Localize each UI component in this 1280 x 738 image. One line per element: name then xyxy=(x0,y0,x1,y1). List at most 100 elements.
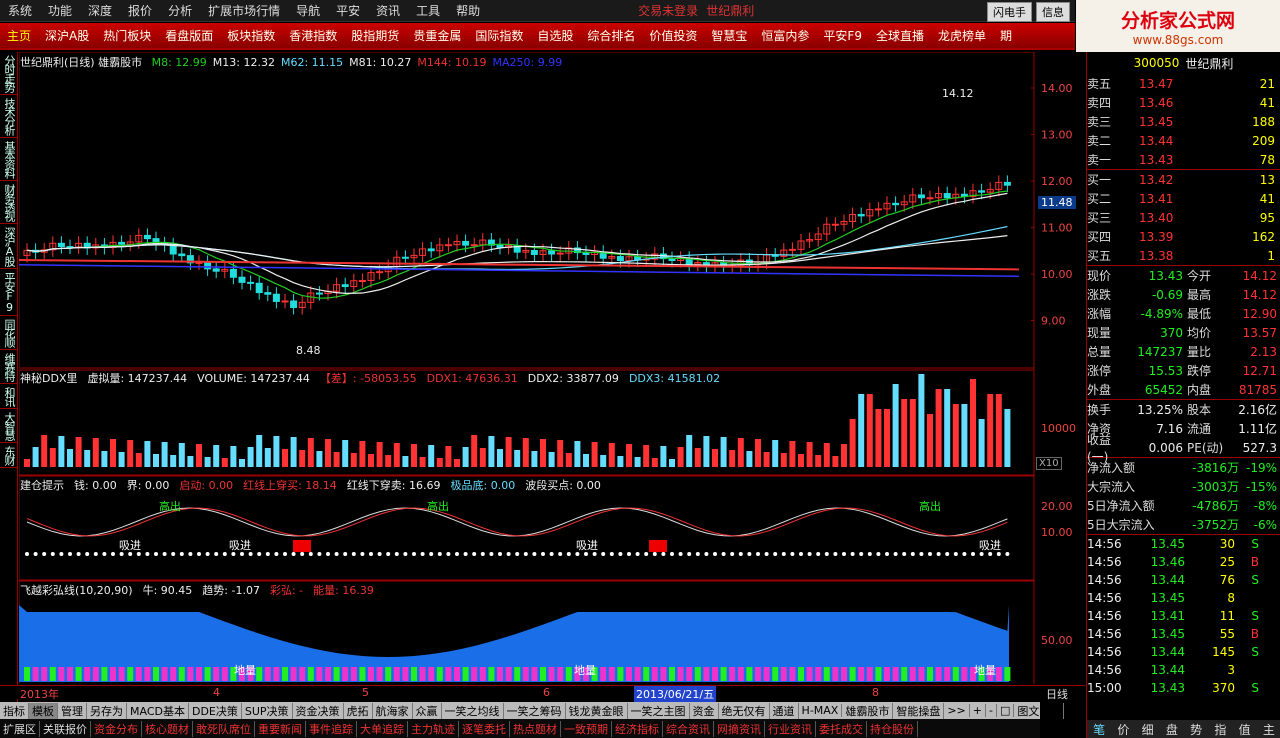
left-nav-item[interactable]: 深沪A股 xyxy=(0,224,17,269)
indicator-tool[interactable]: 虎拓 xyxy=(344,702,373,719)
indicator-tool[interactable]: >> xyxy=(944,704,970,717)
indicator-tool[interactable]: 资金 xyxy=(690,702,719,719)
link-item[interactable]: 关联报价 xyxy=(40,720,91,737)
link-item[interactable]: 网摘资讯 xyxy=(714,720,765,737)
link-item[interactable]: 行业资讯 xyxy=(765,720,816,737)
indicator-tool[interactable]: 图文F10 xyxy=(1014,702,1064,719)
link-item[interactable]: 大单追踪 xyxy=(357,720,408,737)
tab-item[interactable]: 龙虎榜单 xyxy=(931,27,993,44)
left-nav-item[interactable]: 和讯 xyxy=(0,384,17,409)
left-nav-item[interactable]: 维赛特 xyxy=(0,350,17,384)
menu-item[interactable]: 深度 xyxy=(80,2,120,19)
menu-item[interactable]: 帮助 xyxy=(448,2,488,19)
volume-bar xyxy=(892,384,899,467)
tab-item[interactable]: 期 xyxy=(993,27,1019,44)
menu-item[interactable]: 分析 xyxy=(160,2,200,19)
link-item[interactable]: 扩展区 xyxy=(0,720,40,737)
tab-item[interactable]: 价值投资 xyxy=(642,27,704,44)
left-nav-item[interactable]: 同花顺 xyxy=(0,316,17,350)
tab-item[interactable]: 热门板块 xyxy=(96,27,158,44)
menu-item[interactable]: 功能 xyxy=(40,2,80,19)
link-item[interactable]: 主力轨迹 xyxy=(408,720,459,737)
tab-item[interactable]: 综合排名 xyxy=(580,27,642,44)
link-item[interactable]: 资金分布 xyxy=(91,720,142,737)
menu-item[interactable]: 导航 xyxy=(288,2,328,19)
indicator-tool[interactable]: H-MAX xyxy=(799,704,843,717)
link-item[interactable]: 热点题材 xyxy=(510,720,561,737)
menu-item[interactable]: 平安 xyxy=(328,2,368,19)
quote-tab[interactable]: 细 xyxy=(1136,721,1160,738)
indicator-tool[interactable]: 众赢 xyxy=(413,702,442,719)
menu-item[interactable]: 报价 xyxy=(120,2,160,19)
indicator-tool[interactable]: 航海家 xyxy=(373,702,413,719)
tab-item[interactable]: 智慧宝 xyxy=(704,27,754,44)
indicator-tool[interactable]: 另存为 xyxy=(87,702,127,719)
left-nav-item[interactable]: 平安F9 xyxy=(0,269,17,316)
link-item[interactable]: 持仓股份 xyxy=(867,720,918,737)
indicator-tool[interactable]: DDE决策 xyxy=(189,702,242,719)
left-nav-item[interactable]: 财务透视 xyxy=(0,181,17,224)
tab-item[interactable]: 自选股 xyxy=(530,27,580,44)
quote-tab[interactable]: 值 xyxy=(1233,721,1257,738)
lightning-button[interactable]: 闪电手 xyxy=(987,2,1032,22)
left-nav-item[interactable]: 分时走势 xyxy=(0,52,17,95)
indicator-tool[interactable]: MACD基本 xyxy=(127,702,189,719)
quote-tab[interactable]: 笔 xyxy=(1087,721,1111,738)
quote-tab[interactable]: 盘 xyxy=(1160,721,1184,738)
indicator-tool[interactable]: 一笑之均线 xyxy=(442,702,504,719)
indicator-tool[interactable]: 通道 xyxy=(770,702,799,719)
tab-item[interactable]: 主页 xyxy=(0,27,38,44)
tab-item[interactable]: 看盘版面 xyxy=(158,27,220,44)
indicator-tool[interactable]: SUP决策 xyxy=(242,702,293,719)
indicator-tool[interactable]: □ xyxy=(997,704,1015,717)
link-item[interactable]: 重要新闻 xyxy=(255,720,306,737)
orderbook-row: 卖二 13.44 209 xyxy=(1087,131,1280,150)
period-label[interactable]: 日线 xyxy=(1046,686,1068,702)
quote-tab[interactable]: 势 xyxy=(1184,721,1208,738)
link-item[interactable]: 事件追踪 xyxy=(306,720,357,737)
quote-tab[interactable]: 主 xyxy=(1257,721,1280,738)
tab-item[interactable]: 贵重金属 xyxy=(406,27,468,44)
link-item[interactable]: 一致预期 xyxy=(561,720,612,737)
menu-item[interactable]: 资讯 xyxy=(368,2,408,19)
indicator-tool[interactable]: 模板 xyxy=(29,702,58,719)
tab-item[interactable]: 国际指数 xyxy=(468,27,530,44)
link-item[interactable]: 经济指标 xyxy=(612,720,663,737)
indicator-tool[interactable]: + xyxy=(970,704,986,717)
left-nav-item[interactable]: 东财 xyxy=(0,443,17,468)
link-item[interactable]: 敢死队席位 xyxy=(193,720,255,737)
tab-item[interactable]: 深沪A股 xyxy=(38,27,96,44)
indicator-tool[interactable]: 管理 xyxy=(58,702,87,719)
indicator-tool[interactable]: 一笑之筹码 xyxy=(504,702,566,719)
info-button[interactable]: 信息 xyxy=(1036,2,1070,22)
link-item[interactable]: 综合资讯 xyxy=(663,720,714,737)
indicator-tool[interactable]: 资金决策 xyxy=(293,702,344,719)
quote-tab[interactable]: 价 xyxy=(1111,721,1135,738)
level-price: 13.39 xyxy=(1139,229,1174,244)
link-item[interactable]: 委托成交 xyxy=(816,720,867,737)
tab-item[interactable]: 香港指数 xyxy=(282,27,344,44)
left-nav-item[interactable]: 大智慧 xyxy=(0,409,17,443)
tick-time: 14:56 xyxy=(1087,573,1122,587)
menu-item[interactable]: 工具 xyxy=(408,2,448,19)
left-nav-item[interactable]: 基本资料 xyxy=(0,138,17,181)
indicator-tool[interactable]: 智能操盘 xyxy=(893,702,945,719)
tab-item[interactable]: 恒富内参 xyxy=(754,27,816,44)
menu-item[interactable]: 扩展市场行情 xyxy=(200,2,288,19)
tab-item[interactable]: 股指期货 xyxy=(344,27,406,44)
indicator-tool[interactable]: 钱龙黄金眼 xyxy=(566,702,628,719)
indicator-tool[interactable]: 一笑之主图 xyxy=(628,702,690,719)
tab-item[interactable]: 板块指数 xyxy=(220,27,282,44)
indicator-tool[interactable]: - xyxy=(986,704,997,717)
link-item[interactable]: 核心题材 xyxy=(142,720,193,737)
tab-item[interactable]: 平安F9 xyxy=(816,27,869,44)
link-item[interactable]: 逐笔委托 xyxy=(459,720,510,737)
menu-item[interactable]: 系统 xyxy=(0,2,40,19)
indicator-tool[interactable]: 雄霸股市 xyxy=(842,702,894,719)
left-nav-item[interactable]: 技术分析 xyxy=(0,95,17,138)
tab-item[interactable]: 全球直播 xyxy=(869,27,931,44)
quote-tab[interactable]: 指 xyxy=(1208,721,1232,738)
flow-pct: -15% xyxy=(1245,479,1277,494)
indicator-tool[interactable]: 指标 xyxy=(0,702,29,719)
indicator-tool[interactable]: 绝无仅有 xyxy=(719,702,770,719)
